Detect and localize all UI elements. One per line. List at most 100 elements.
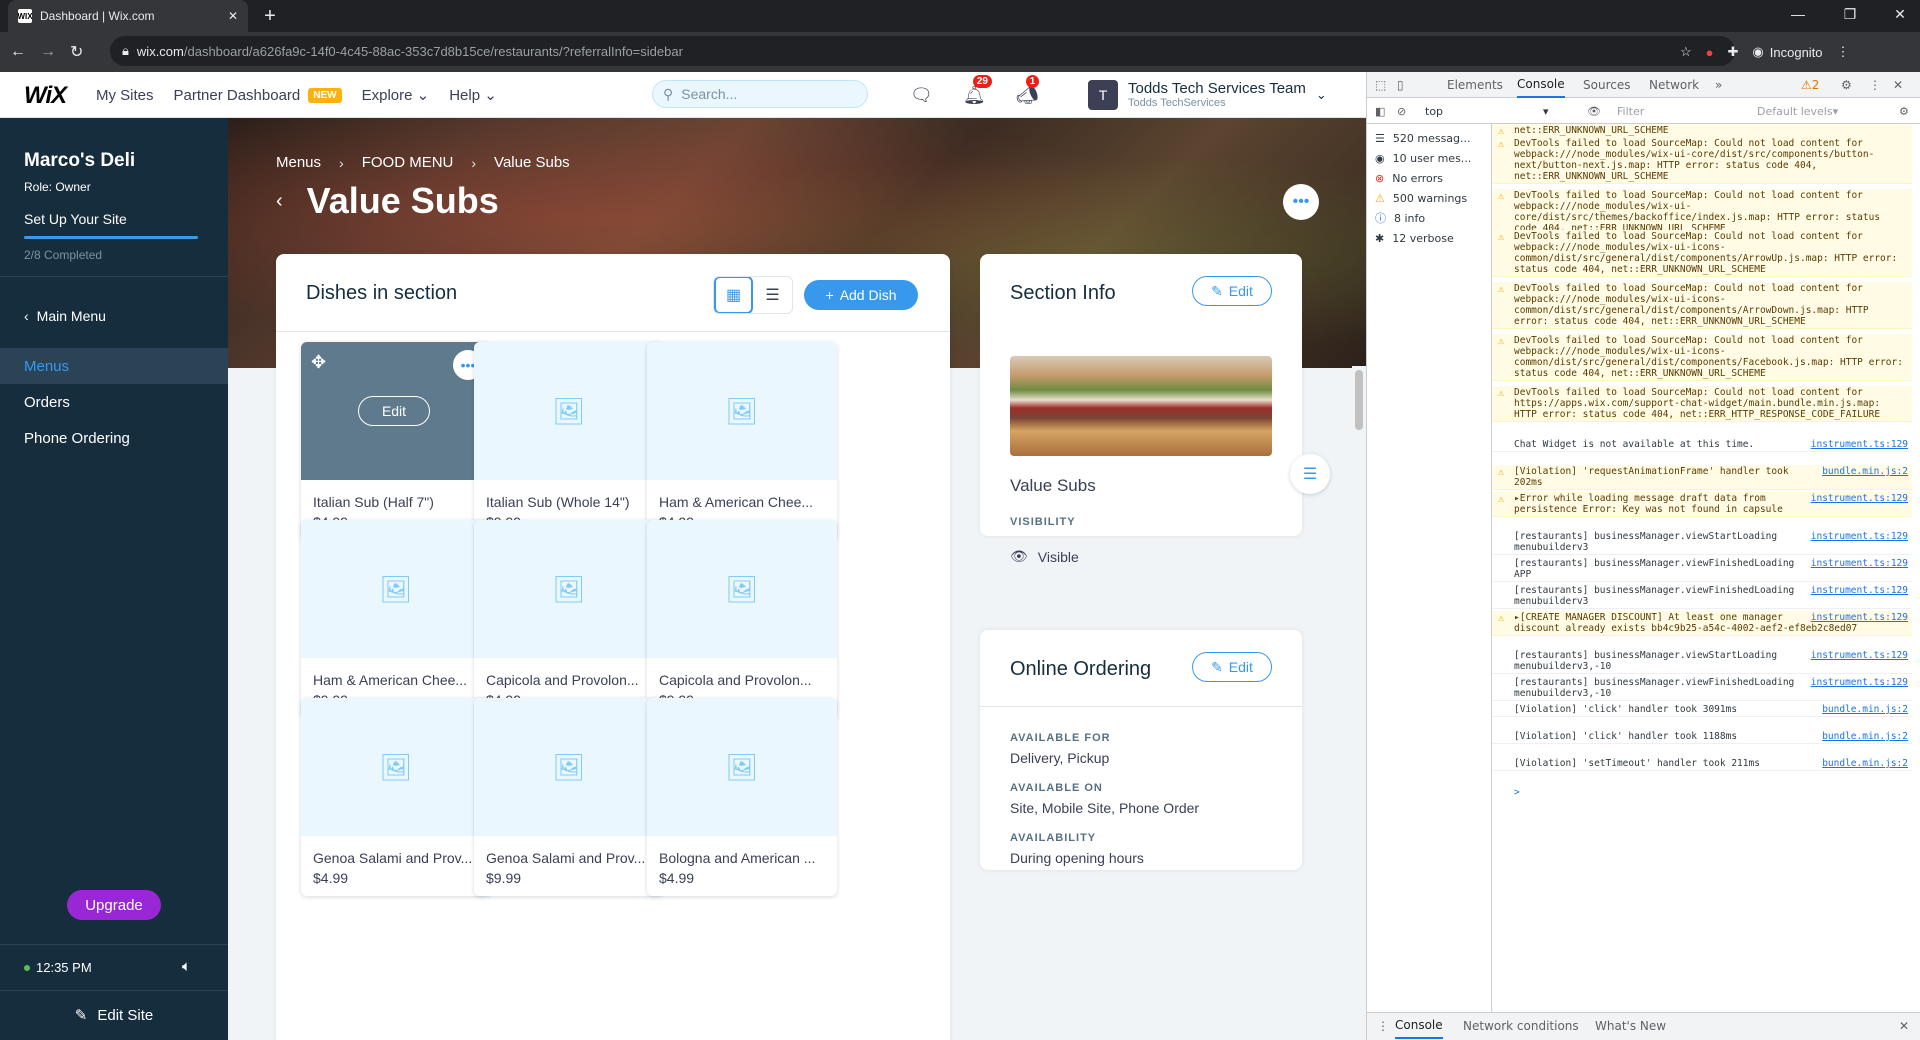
source-link[interactable]: bundle.min.js:2	[1822, 731, 1908, 742]
back-icon[interactable]: ←	[10, 43, 26, 61]
console-message[interactable]: ⚠ instrument.ts:129 ▸[CREATE MANAGER DISCO…	[1492, 611, 1912, 636]
dish-edit-button[interactable]: Edit	[358, 396, 430, 426]
more-tabs-icon[interactable]: »	[1715, 72, 1722, 98]
dish-card[interactable]: 🖼︎ Bologna and American ... $4.99	[647, 698, 837, 896]
filter-input[interactable]: Filter	[1617, 98, 1644, 124]
setup-link[interactable]: Set Up Your Site	[24, 211, 127, 227]
new-tab-button[interactable]: +	[258, 4, 282, 28]
puzzle-icon[interactable]: ✚	[1728, 44, 1739, 60]
speaker-icon[interactable]: 🔈︎	[182, 958, 191, 975]
list-view-icon[interactable]: ☰	[753, 277, 792, 313]
dish-card[interactable]: 🖼︎Ham & American Chee...$9.99	[301, 520, 491, 718]
tab-network[interactable]: Network	[1649, 72, 1699, 98]
sidebar-warnings[interactable]: ⚠ 500 warnings	[1375, 188, 1467, 208]
minimize-icon[interactable]: —	[1788, 6, 1808, 22]
source-link[interactable]: instrument.ts:129	[1811, 612, 1908, 623]
drawer-tab-console[interactable]: Console	[1395, 1013, 1443, 1039]
more-actions-button[interactable]: •••	[1283, 184, 1319, 220]
sidebar-item-phone-ordering[interactable]: Phone Ordering	[0, 420, 228, 456]
dish-card[interactable]: 🖼︎Capicola and Provolon...$9.99	[647, 520, 837, 718]
reload-icon[interactable]: ↻	[70, 42, 83, 62]
dish-card[interactable]: 🖼︎Capicola and Provolon...$4.99	[474, 520, 664, 718]
eye-icon[interactable]: 👁︎	[1587, 98, 1601, 124]
source-link[interactable]: bundle.min.js:2	[1822, 758, 1908, 769]
console-message[interactable]: ⚠ DevTools failed to load SourceMap: Coul…	[1492, 230, 1912, 277]
source-link[interactable]: instrument.ts:129	[1811, 439, 1908, 450]
online-ordering-edit-button[interactable]: ✎ Edit	[1192, 652, 1272, 682]
device-toggle-icon[interactable]: ▯	[1397, 72, 1404, 98]
console-message[interactable]: bundle.min.js:2 [Violation] 'click' handl…	[1492, 703, 1912, 717]
console-message[interactable]: instrument.ts:129 [restaurants] businessM…	[1492, 530, 1912, 555]
sidebar-verbose[interactable]: ✱ 12 verbose	[1375, 228, 1454, 248]
console-message[interactable]: ⚠ DevTools failed to load SourceMap: Coul…	[1492, 386, 1912, 422]
console-message[interactable]: instrument.ts:129 [restaurants] businessM…	[1492, 676, 1912, 701]
sidebar-info[interactable]: ⓘ 8 info	[1375, 208, 1425, 228]
nav-explore[interactable]: Explore ⌄	[362, 86, 430, 104]
wix-logo[interactable]: WiX	[24, 82, 67, 110]
kebab-menu-icon[interactable]: ⋮	[1869, 72, 1881, 98]
sidebar-item-menus[interactable]: Menus	[0, 348, 228, 384]
browser-tab[interactable]: WIX Dashboard | Wix.com ✕	[8, 0, 248, 32]
forward-icon[interactable]: →	[40, 43, 56, 61]
source-link[interactable]: instrument.ts:129	[1811, 677, 1908, 688]
bell-icon[interactable]: 🔔︎ 29	[963, 74, 992, 106]
console-message[interactable]: ⚠ instrument.ts:129 ▸Error while loading m…	[1492, 492, 1912, 517]
close-tab-icon[interactable]: ✕	[228, 9, 238, 23]
clear-console-icon[interactable]: ⊘	[1397, 98, 1406, 124]
console-message[interactable]: ⚠ DevTools failed to load SourceMap: Coul…	[1492, 189, 1912, 236]
add-dish-button[interactable]: + Add Dish	[804, 280, 918, 310]
source-link[interactable]: instrument.ts:129	[1811, 585, 1908, 596]
upgrade-button[interactable]: Upgrade	[67, 890, 161, 920]
omnibox[interactable]: 🔒︎ wix.com/dashboard/a626fa9c-14f0-4c45-…	[110, 36, 1735, 66]
scrollbar-thumb[interactable]	[1355, 370, 1363, 430]
side-panel-toggle-icon[interactable]: ☰	[1290, 454, 1330, 494]
source-link[interactable]: instrument.ts:129	[1811, 531, 1908, 542]
page-scrollbar[interactable]	[1352, 366, 1366, 1040]
console-prompt[interactable]: >	[1492, 786, 1912, 799]
console-message[interactable]: instrument.ts:129 [restaurants] businessM…	[1492, 557, 1912, 582]
breadcrumb-food-menu[interactable]: FOOD MENU	[362, 154, 454, 171]
tab-console[interactable]: Console	[1517, 72, 1565, 98]
source-link[interactable]: instrument.ts:129	[1811, 558, 1908, 569]
warning-count[interactable]: ⚠ 2	[1801, 72, 1819, 98]
browser-menu-icon[interactable]: ⋮	[1837, 44, 1850, 60]
inspect-icon[interactable]: ⬚	[1375, 72, 1386, 98]
console-message[interactable]: bundle.min.js:2 [Violation] 'setTimeout' …	[1492, 757, 1912, 771]
tab-elements[interactable]: Elements	[1447, 72, 1503, 98]
console-message[interactable]: instrument.ts:129 [restaurants] businessM…	[1492, 584, 1912, 609]
console-message[interactable]: ⚠ DevTools failed to load SourceMap: Coul…	[1492, 334, 1912, 381]
settings-icon[interactable]: ⚙	[1841, 72, 1852, 98]
console-settings-icon[interactable]: ⚙	[1899, 98, 1909, 124]
console-message[interactable]: ⚠ bundle.min.js:2 [Violation] 'requestAnim…	[1492, 465, 1912, 490]
source-link[interactable]: instrument.ts:129	[1811, 650, 1908, 661]
nav-partner-dashboard[interactable]: Partner Dashboard NEW	[174, 87, 342, 104]
nav-my-sites[interactable]: My Sites	[96, 87, 154, 104]
dish-card[interactable]: 🖼︎Ham & American Chee...$4.99	[647, 342, 837, 540]
drawer-menu-icon[interactable]: ⋮	[1377, 1013, 1389, 1039]
restore-icon[interactable]: ❐	[1840, 6, 1860, 23]
grid-view-icon[interactable]: ▦	[714, 277, 754, 313]
search-input[interactable]: ⚲ Search...	[652, 80, 868, 108]
sidebar-errors[interactable]: ⊗ No errors	[1375, 168, 1443, 188]
breadcrumb-menus[interactable]: Menus	[276, 154, 321, 171]
sidebar-all-messages[interactable]: ☰ 520 messag...	[1375, 128, 1471, 148]
source-link[interactable]: bundle.min.js:2	[1822, 704, 1908, 715]
main-menu-link[interactable]: ‹ Main Menu	[24, 308, 106, 324]
edit-site-button[interactable]: ✎ Edit Site	[0, 990, 228, 1040]
extension-red-icon[interactable]: ●	[1706, 45, 1714, 60]
close-drawer-icon[interactable]: ✕	[1899, 1013, 1909, 1039]
tab-sources[interactable]: Sources	[1583, 72, 1630, 98]
console-message[interactable]: ⚠ DevTools failed to load SourceMap: Coul…	[1492, 137, 1912, 184]
console-message[interactable]: instrument.ts:129 [restaurants] businessM…	[1492, 649, 1912, 674]
star-icon[interactable]: ☆	[1680, 44, 1692, 60]
levels-dropdown[interactable]: Default levels ▾	[1757, 98, 1838, 124]
sidebar-toggle-icon[interactable]: ◧	[1375, 98, 1385, 124]
dish-card[interactable]: 🖼︎ Genoa Salami and Prov... $4.99	[301, 698, 491, 896]
drawer-tab-whats-new[interactable]: What's New	[1595, 1013, 1666, 1039]
console-message[interactable]: bundle.min.js:2 [Violation] 'click' handl…	[1492, 730, 1912, 744]
drawer-tab-network-conditions[interactable]: Network conditions	[1463, 1013, 1579, 1039]
nav-help[interactable]: Help ⌄	[449, 86, 497, 104]
source-link[interactable]: instrument.ts:129	[1811, 493, 1908, 504]
account-switcher[interactable]: T Todds Tech Services Team Todds TechSer…	[1088, 78, 1327, 112]
megaphone-icon[interactable]: 📣︎ 1	[1016, 74, 1040, 106]
